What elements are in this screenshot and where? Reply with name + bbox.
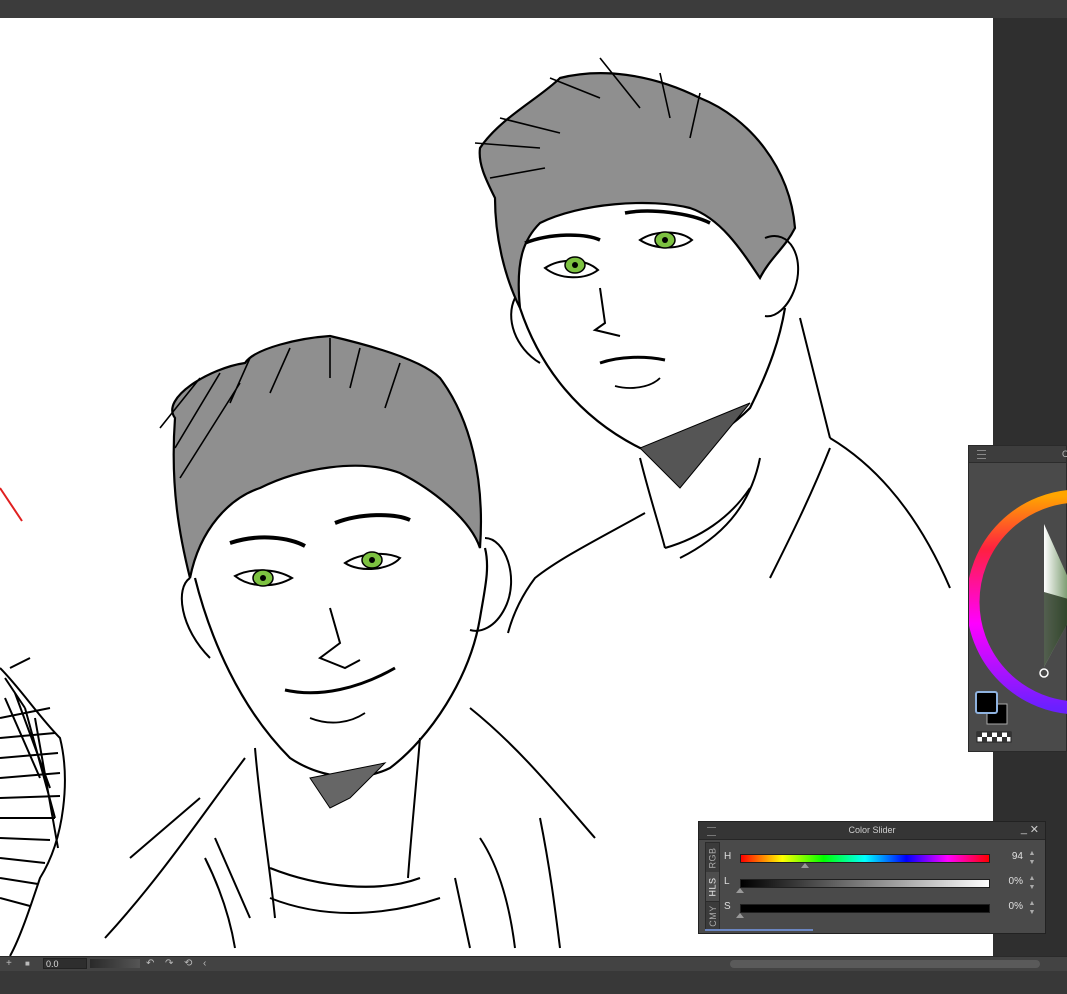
canvas-status-bar: + ■ 0.0 ↶ ↷ ⟲ ‹ [0, 956, 1067, 971]
lightness-value[interactable]: 0% [993, 876, 1023, 887]
front-figure [104, 334, 596, 949]
main-color-swatch[interactable] [975, 691, 998, 714]
color-wheel-panel-header: C [969, 446, 1067, 463]
lightness-slider-handle[interactable] [736, 888, 744, 893]
lightness-slider[interactable] [740, 879, 990, 888]
zoom-input[interactable]: 0.0 [43, 958, 87, 969]
saturation-slider[interactable] [740, 904, 990, 913]
saturation-label: S [724, 901, 731, 912]
red-stroke [0, 487, 23, 522]
close-icon[interactable]: ✕ [1030, 823, 1039, 836]
lightness-spinner[interactable]: ▲ ▼ [1027, 874, 1037, 892]
hue-spinner[interactable]: ▲ ▼ [1027, 849, 1037, 867]
left-partial-figure [0, 657, 66, 956]
color-wheel-panel: C [968, 445, 1067, 752]
hue-value[interactable]: 94 [993, 851, 1023, 862]
color-slider-panel: Color Slider _ ✕ RGB HLS CMY H 94 ▲ ▼ L 0… [698, 821, 1046, 934]
saturation-slider-row: S 0% ▲ ▼ [723, 897, 1043, 921]
minimize-icon[interactable]: _ [1021, 823, 1027, 835]
redo-icon[interactable]: ↷ [165, 957, 173, 970]
lightness-slider-row: L 0% ▲ ▼ [723, 872, 1043, 896]
hue-label: H [724, 851, 732, 862]
horizontal-scrollbar[interactable] [730, 960, 1040, 968]
add-icon[interactable]: + [6, 957, 12, 970]
hue-slider[interactable] [740, 854, 990, 863]
zoom-slider[interactable] [90, 959, 140, 968]
transparent-color-swatch[interactable] [976, 731, 1012, 743]
hue-slider-handle[interactable] [801, 863, 809, 868]
saturation-slider-handle[interactable] [736, 913, 744, 918]
tab-cmy[interactable]: CMY [706, 901, 719, 930]
lightness-label: L [724, 876, 730, 887]
saturation-spinner[interactable]: ▲ ▼ [1027, 899, 1037, 917]
hue-slider-row: H 94 ▲ ▼ [723, 847, 1043, 871]
panel-scroll-indicator[interactable] [705, 929, 813, 931]
back-figure [474, 57, 951, 634]
top-toolbar [0, 0, 1067, 18]
panel-menu-icon[interactable] [977, 450, 986, 459]
drawing-canvas[interactable] [0, 18, 993, 956]
color-slider-panel-title: Color Slider [848, 825, 896, 835]
color-picker-handle[interactable] [1039, 668, 1049, 678]
color-wheel[interactable] [969, 462, 1067, 752]
color-slider-panel-header: Color Slider _ ✕ [699, 822, 1045, 840]
bottom-dock-area [0, 971, 1067, 994]
tab-hls[interactable]: HLS [706, 872, 719, 902]
undo-icon[interactable]: ↶ [146, 957, 154, 970]
color-mode-tabs: RGB HLS CMY [705, 842, 720, 930]
square-icon[interactable]: ■ [25, 957, 30, 970]
saturation-value[interactable]: 0% [993, 901, 1023, 912]
rotate-reset-icon[interactable]: ⟲ [184, 957, 192, 970]
collapse-left-icon[interactable]: ‹ [203, 957, 206, 970]
sketch-artwork [0, 57, 951, 956]
tab-rgb[interactable]: RGB [706, 843, 719, 873]
color-wheel-panel-title: C [1062, 449, 1067, 459]
